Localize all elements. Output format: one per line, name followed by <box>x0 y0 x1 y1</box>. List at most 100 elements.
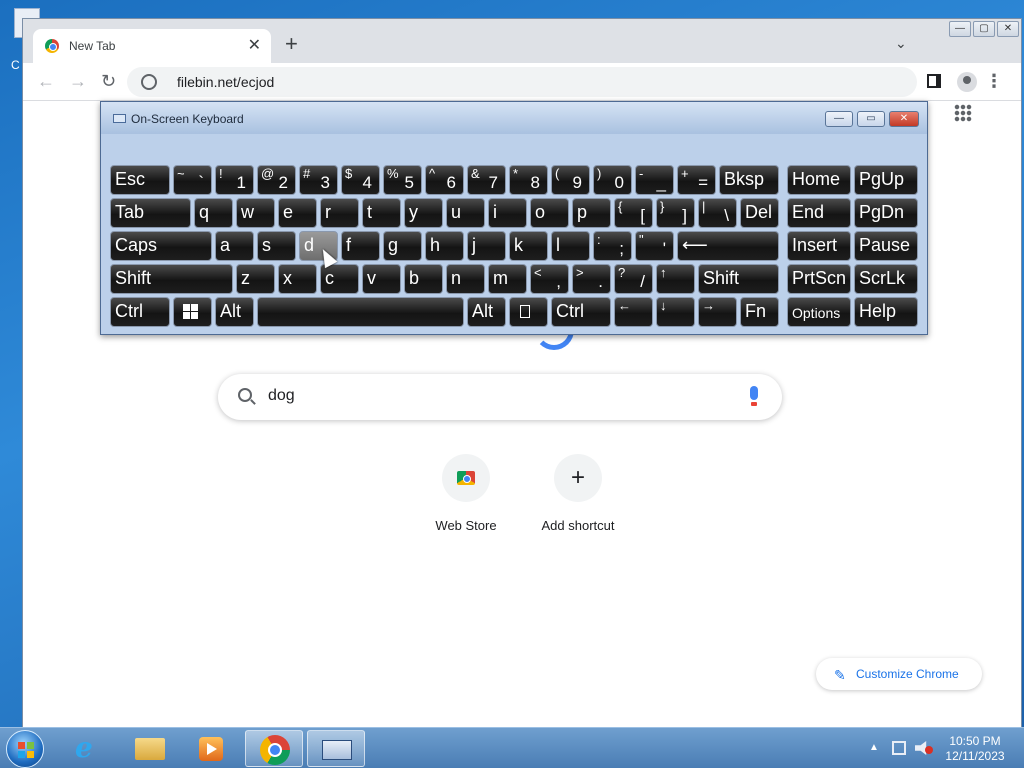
key-t[interactable]: t <box>362 198 401 228</box>
key-q[interactable]: q <box>194 198 233 228</box>
key-m[interactable]: m <box>488 264 527 294</box>
forward-icon[interactable]: → <box>69 71 87 92</box>
key-x[interactable]: x <box>278 264 317 294</box>
key-pgdn[interactable]: PgDn <box>854 198 918 228</box>
key-prtscn[interactable]: PrtScn <box>787 264 851 294</box>
key-e[interactable]: e <box>278 198 317 228</box>
key-k[interactable]: k <box>509 231 548 261</box>
key-n[interactable]: n <box>446 264 485 294</box>
osk-restore-button[interactable]: ▭ <box>857 111 885 127</box>
key-pgup[interactable]: PgUp <box>854 165 918 195</box>
customize-chrome-button[interactable]: ✎ Customize Chrome <box>816 658 982 690</box>
search-box[interactable] <box>218 374 782 420</box>
key-5[interactable]: % 5 <box>383 165 422 195</box>
key-g[interactable]: g <box>383 231 422 261</box>
key-quote[interactable]: " ' <box>635 231 674 261</box>
key-left-alt[interactable]: Alt <box>215 297 254 327</box>
close-button[interactable]: ✕ <box>997 21 1019 37</box>
key-7[interactable]: & 7 <box>467 165 506 195</box>
key-2[interactable]: @2 <box>257 165 296 195</box>
key-backslash[interactable]: | \ <box>698 198 737 228</box>
taskbar-internet-explorer[interactable]: e <box>60 730 118 767</box>
key-a[interactable]: a <box>215 231 254 261</box>
key-del[interactable]: Del <box>740 198 779 228</box>
menu-icon[interactable]: ⋮ <box>985 71 1003 92</box>
tab-close-icon[interactable]: ✕ <box>248 35 261 55</box>
key-enter[interactable]: ⟵ <box>677 231 779 261</box>
key-caps[interactable]: Caps <box>110 231 212 261</box>
maximize-button[interactable]: ▢ <box>973 21 995 37</box>
key-4[interactable]: $4 <box>341 165 380 195</box>
side-panel-icon[interactable] <box>927 74 941 88</box>
key-u[interactable]: u <box>446 198 485 228</box>
new-tab-button[interactable]: + <box>285 33 298 55</box>
key-y[interactable]: y <box>404 198 443 228</box>
minimize-button[interactable]: — <box>949 21 971 37</box>
key-z[interactable]: z <box>236 264 275 294</box>
url-text[interactable]: filebin.net/ecjod <box>177 74 274 90</box>
taskbar-clock[interactable]: 10:50 PM 12/11/2023 <box>940 734 1010 764</box>
microphone-icon[interactable] <box>750 386 758 406</box>
key-b[interactable]: b <box>404 264 443 294</box>
key-r[interactable]: r <box>320 198 359 228</box>
key-space[interactable] <box>257 297 464 327</box>
start-button[interactable] <box>6 730 44 768</box>
profile-icon[interactable] <box>957 72 977 92</box>
key-windows[interactable] <box>173 297 212 327</box>
key-1[interactable]: ! 1 <box>215 165 254 195</box>
key-l[interactable]: l <box>551 231 590 261</box>
shortcut-add[interactable]: + Add shortcut <box>522 454 634 533</box>
key-i[interactable]: i <box>488 198 527 228</box>
tab-new-tab[interactable]: New Tab ✕ <box>33 29 271 63</box>
key-right-ctrl[interactable]: Ctrl <box>551 297 611 327</box>
key-6[interactable]: ^ 6 <box>425 165 464 195</box>
key-down-arrow[interactable]: ↓ <box>656 297 695 327</box>
key-fn[interactable]: Fn <box>740 297 779 327</box>
key-left-ctrl[interactable]: Ctrl <box>110 297 170 327</box>
key-semicolon[interactable]: :; <box>593 231 632 261</box>
taskbar-media-player[interactable] <box>182 730 240 767</box>
key-context-menu[interactable] <box>509 297 548 327</box>
key-0[interactable]: ) 0 <box>593 165 632 195</box>
key-8[interactable]: * 8 <box>509 165 548 195</box>
key-pause[interactable]: Pause <box>854 231 918 261</box>
google-apps-icon[interactable] <box>954 104 972 122</box>
show-hidden-icons-icon[interactable]: ▲ <box>869 742 879 753</box>
key-h[interactable]: h <box>425 231 464 261</box>
osk-titlebar[interactable]: On-Screen Keyboard — ▭ ✕ <box>101 102 927 134</box>
key-end[interactable]: End <box>787 198 851 228</box>
key-up-arrow[interactable]: ↑ <box>656 264 695 294</box>
key-backspace[interactable]: Bksp <box>719 165 779 195</box>
key-o[interactable]: o <box>530 198 569 228</box>
shortcut-tile[interactable] <box>442 454 490 502</box>
reload-icon[interactable]: ↻ <box>101 71 116 92</box>
address-bar[interactable]: filebin.net/ecjod <box>127 67 917 97</box>
tab-search-chevron-icon[interactable]: ⌄ <box>895 35 907 52</box>
key-equals[interactable]: + = <box>677 165 716 195</box>
key-tab[interactable]: Tab <box>110 198 191 228</box>
key-w[interactable]: w <box>236 198 275 228</box>
key-esc[interactable]: Esc <box>110 165 170 195</box>
key-9[interactable]: (9 <box>551 165 590 195</box>
key-minus[interactable]: - _ <box>635 165 674 195</box>
key-help[interactable]: Help <box>854 297 918 327</box>
key-j[interactable]: j <box>467 231 506 261</box>
taskbar-file-explorer[interactable] <box>121 730 179 767</box>
key-right-arrow[interactable]: → <box>698 297 737 327</box>
key-left-arrow[interactable]: ← <box>614 297 653 327</box>
key-f[interactable]: f <box>341 231 380 261</box>
key-options[interactable]: Options <box>787 297 851 327</box>
key-s[interactable]: s <box>257 231 296 261</box>
key-scrlk[interactable]: ScrLk <box>854 264 918 294</box>
key-home[interactable]: Home <box>787 165 851 195</box>
osk-minimize-button[interactable]: — <box>825 111 853 127</box>
key-insert[interactable]: Insert <box>787 231 851 261</box>
osk-close-button[interactable]: ✕ <box>889 111 919 127</box>
key-slash[interactable]: ? / <box>614 264 653 294</box>
taskbar-on-screen-keyboard[interactable] <box>307 730 365 767</box>
key-p[interactable]: p <box>572 198 611 228</box>
key-right-bracket[interactable]: }] <box>656 198 695 228</box>
site-info-icon[interactable] <box>141 74 157 90</box>
shortcut-tile[interactable]: + <box>554 454 602 502</box>
key-period[interactable]: >. <box>572 264 611 294</box>
